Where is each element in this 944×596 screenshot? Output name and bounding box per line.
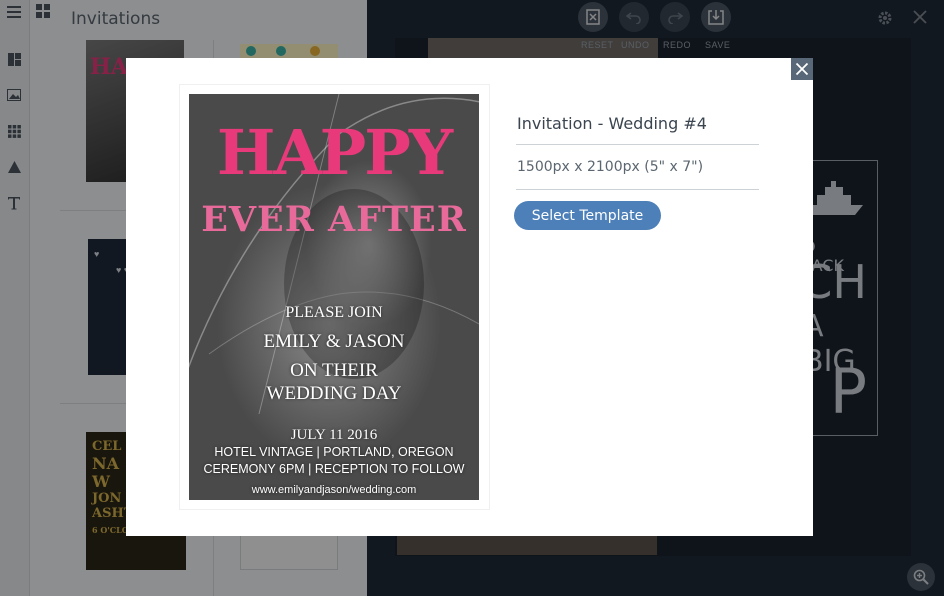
preview-wedding-day: WEDDING DAY bbox=[266, 383, 402, 404]
modal-close-button[interactable] bbox=[791, 58, 813, 80]
template-preview-image: HAPPY EVER AFTER PLEASE JOIN EMILY & JAS… bbox=[189, 94, 479, 500]
preview-schedule: CEREMONY 6PM | RECEPTION TO FOLLOW bbox=[203, 462, 465, 476]
close-icon bbox=[795, 62, 809, 76]
preview-website: www.emilyandjason/wedding.com bbox=[251, 484, 417, 496]
info-divider bbox=[516, 144, 759, 145]
preview-date: JULY 11 2016 bbox=[290, 427, 378, 443]
preview-please-join: PLEASE JOIN bbox=[285, 304, 383, 321]
preview-subheadline: EVER AFTER bbox=[201, 199, 467, 240]
template-dimensions: 1500px x 2100px (5" x 7") bbox=[517, 159, 704, 175]
info-divider bbox=[516, 189, 759, 190]
select-template-button[interactable]: Select Template bbox=[514, 201, 661, 230]
preview-headline: HAPPY bbox=[216, 116, 453, 189]
preview-venue: HOTEL VINTAGE | PORTLAND, OREGON bbox=[214, 445, 454, 459]
template-title: Invitation - Wedding #4 bbox=[517, 114, 707, 133]
preview-names: EMILY & JASON bbox=[263, 331, 405, 352]
preview-on-their: ON THEIR bbox=[290, 360, 378, 381]
